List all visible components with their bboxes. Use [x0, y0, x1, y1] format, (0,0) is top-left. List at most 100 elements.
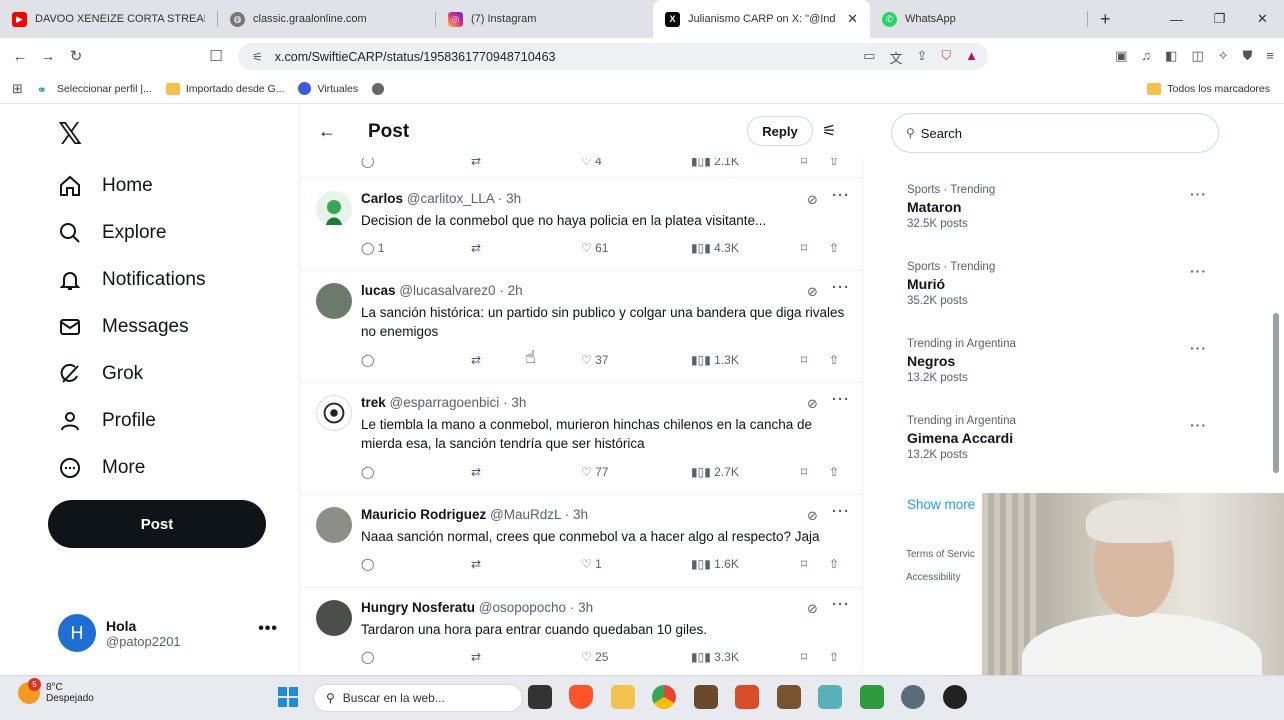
retweet-icon[interactable]: ⇄ — [471, 465, 481, 479]
vpn-icon[interactable]: ⛊ — [1243, 48, 1253, 64]
share-icon[interactable]: ⇧ — [829, 353, 839, 367]
brave-rewards-icon[interactable]: ▲ — [965, 48, 978, 67]
windows-start-icon[interactable] — [277, 686, 299, 708]
nav-messages[interactable]: Messages — [58, 307, 189, 347]
back-arrow-icon[interactable]: ← — [6, 48, 34, 65]
retweet-icon[interactable]: ⇄ — [471, 650, 481, 664]
reply-button[interactable]: ◯ — [361, 353, 378, 367]
tweet-time[interactable]: 2h — [508, 283, 523, 298]
trend-item[interactable]: Sports · Trending Murió 35.2K posts ··· — [907, 261, 1207, 307]
app-icon[interactable] — [818, 685, 842, 709]
post-button[interactable]: Post — [48, 500, 266, 548]
author-name[interactable]: trek — [361, 395, 386, 410]
avatar[interactable] — [316, 283, 352, 319]
reply-button[interactable]: ◯ — [361, 465, 378, 479]
nav-grok[interactable]: Grok — [58, 354, 143, 394]
app-icon[interactable] — [860, 685, 884, 709]
taskbar-search-input[interactable]: ⚲ Buscar en la web... — [313, 684, 523, 712]
bookmark-icon[interactable]: ⌑ — [801, 241, 807, 255]
more-horizontal-icon[interactable]: ··· — [1190, 263, 1207, 279]
file-explorer-icon[interactable] — [611, 685, 635, 709]
avatar[interactable] — [316, 395, 352, 431]
views-stat[interactable]: ▮▯▮ 1.6K — [691, 557, 739, 571]
filter-sliders-icon[interactable]: ⚟ — [822, 121, 836, 141]
all-bookmarks[interactable]: Todos los marcadores — [1147, 82, 1270, 95]
brave-browser-icon[interactable] — [569, 685, 593, 709]
retweet-icon[interactable]: ⇄ — [471, 557, 481, 571]
nav-profile[interactable]: Profile — [58, 401, 156, 441]
tab-x-active[interactable]: X Julianismo CARP on X: "@Ind ✕ — [653, 0, 870, 38]
avatar[interactable] — [316, 600, 352, 636]
cast-icon[interactable]: ▭ — [863, 48, 875, 67]
more-horizontal-icon[interactable]: ··· — [1190, 340, 1207, 356]
like-button[interactable]: ♡ 25 — [581, 650, 608, 664]
menu-icon[interactable]: ≡ — [1266, 48, 1274, 64]
footer-accessibility-link[interactable]: Accessibility — [906, 572, 960, 583]
restore-icon[interactable]: ❐ — [1198, 0, 1241, 38]
grok-icon[interactable]: ⊘ — [807, 192, 818, 208]
scrollbar-thumb[interactable] — [1273, 313, 1279, 473]
reply-button[interactable]: ◯ — [361, 557, 378, 571]
share-icon[interactable]: ⇪ — [916, 48, 927, 67]
author-handle[interactable]: @osopopocho — [479, 600, 566, 615]
views-stat[interactable]: ▮▯▮ 1.3K — [691, 353, 739, 367]
like-button[interactable]: ♡ 77 — [581, 465, 608, 479]
sidebar-icon[interactable]: ◧ — [1165, 48, 1177, 64]
trend-item[interactable]: Sports · Trending Mataron 32.5K posts ··… — [907, 184, 1207, 230]
author-handle[interactable]: @MauRdzL — [490, 507, 561, 522]
nav-home[interactable]: Home — [58, 166, 153, 206]
tweet-item[interactable]: trek @esparragoenbici · 3h ⊘ ··· Le tiem… — [300, 383, 864, 495]
tweet-item[interactable]: Mauricio Rodriguez @MauRdzL · 3h ⊘ ··· N… — [300, 495, 864, 588]
author-name[interactable]: Hungry Nosferatu — [361, 600, 475, 615]
app-icon[interactable] — [777, 685, 801, 709]
tweet-item[interactable]: Hungry Nosferatu @osopopocho · 3h ⊘ ··· … — [300, 588, 864, 675]
trend-item[interactable]: Trending in Argentina Gimena Accardi 13.… — [907, 415, 1207, 461]
x-logo-icon[interactable]: 𝕏 — [58, 117, 82, 152]
apps-grid-icon[interactable]: ⊞ — [12, 81, 23, 97]
translate-icon[interactable]: 文 — [889, 48, 902, 67]
tweet-time[interactable]: 3h — [573, 507, 588, 522]
reply-button[interactable]: ◯ 1 — [361, 241, 384, 255]
minimize-icon[interactable]: — — [1155, 0, 1198, 38]
show-more-link[interactable]: Show more — [907, 497, 975, 512]
tweet-item[interactable]: Carlos @carlitox_LLA · 3h ⊘ ··· Decision… — [300, 179, 864, 271]
bookmark-profile[interactable]: ⚭ Seleccionar perfil |... — [37, 83, 152, 97]
terminal-icon[interactable] — [528, 685, 552, 709]
share-icon[interactable]: ⇧ — [829, 557, 839, 571]
grok-icon[interactable]: ⊘ — [807, 508, 818, 524]
tab-youtube[interactable]: ▶ DAVOO XENEIZE CORTA STREAM — [0, 0, 217, 38]
more-horizontal-icon[interactable]: ··· — [832, 391, 850, 408]
retweet-icon[interactable]: ⇄ — [471, 241, 481, 255]
tab-whatsapp[interactable]: ✆ WhatsApp — [870, 0, 1087, 38]
views-stat[interactable]: ▮▯▮ 2.7K — [691, 465, 739, 479]
like-button[interactable]: ♡ 61 — [581, 241, 608, 255]
author-name[interactable]: Carlos — [361, 191, 403, 206]
game-app-icon[interactable] — [694, 685, 718, 709]
weather-widget[interactable]: 5 8°C Despejado — [18, 678, 94, 704]
grok-icon[interactable]: ⊘ — [807, 396, 818, 412]
more-horizontal-icon[interactable]: ··· — [832, 596, 850, 613]
grok-icon[interactable]: ⊘ — [807, 284, 818, 300]
grok-icon[interactable]: ⊘ — [807, 601, 818, 617]
more-horizontal-icon[interactable]: ··· — [832, 503, 850, 520]
bookmark-icon[interactable]: ☐ — [202, 47, 230, 65]
close-window-icon[interactable]: ✕ — [1241, 0, 1284, 38]
forward-arrow-icon[interactable]: → — [34, 48, 62, 65]
avatar[interactable] — [316, 191, 352, 227]
account-switcher[interactable]: H Hola @patop2201 ••• — [58, 610, 288, 656]
bookmark-icon[interactable]: ⌑ — [801, 465, 807, 479]
brave-shield-icon[interactable]: ⛉ — [941, 48, 951, 67]
share-icon[interactable]: ⇧ — [829, 241, 839, 255]
reload-icon[interactable]: ↻ — [62, 47, 90, 65]
avatar[interactable] — [316, 507, 352, 543]
more-horizontal-icon[interactable]: ··· — [832, 279, 850, 296]
like-button[interactable]: ♡ 1 — [581, 557, 602, 571]
tweet-time[interactable]: 3h — [511, 395, 526, 410]
footer-terms-link[interactable]: Terms of Servic — [906, 549, 975, 560]
share-icon[interactable]: ⇧ — [829, 465, 839, 479]
bookmark-globe[interactable] — [372, 82, 390, 95]
trend-item[interactable]: Trending in Argentina Negros 13.2K posts… — [907, 338, 1207, 384]
like-button[interactable]: ♡ 37 — [581, 353, 608, 367]
reply-button[interactable]: Reply — [747, 116, 813, 146]
tweet-time[interactable]: 3h — [578, 600, 593, 615]
